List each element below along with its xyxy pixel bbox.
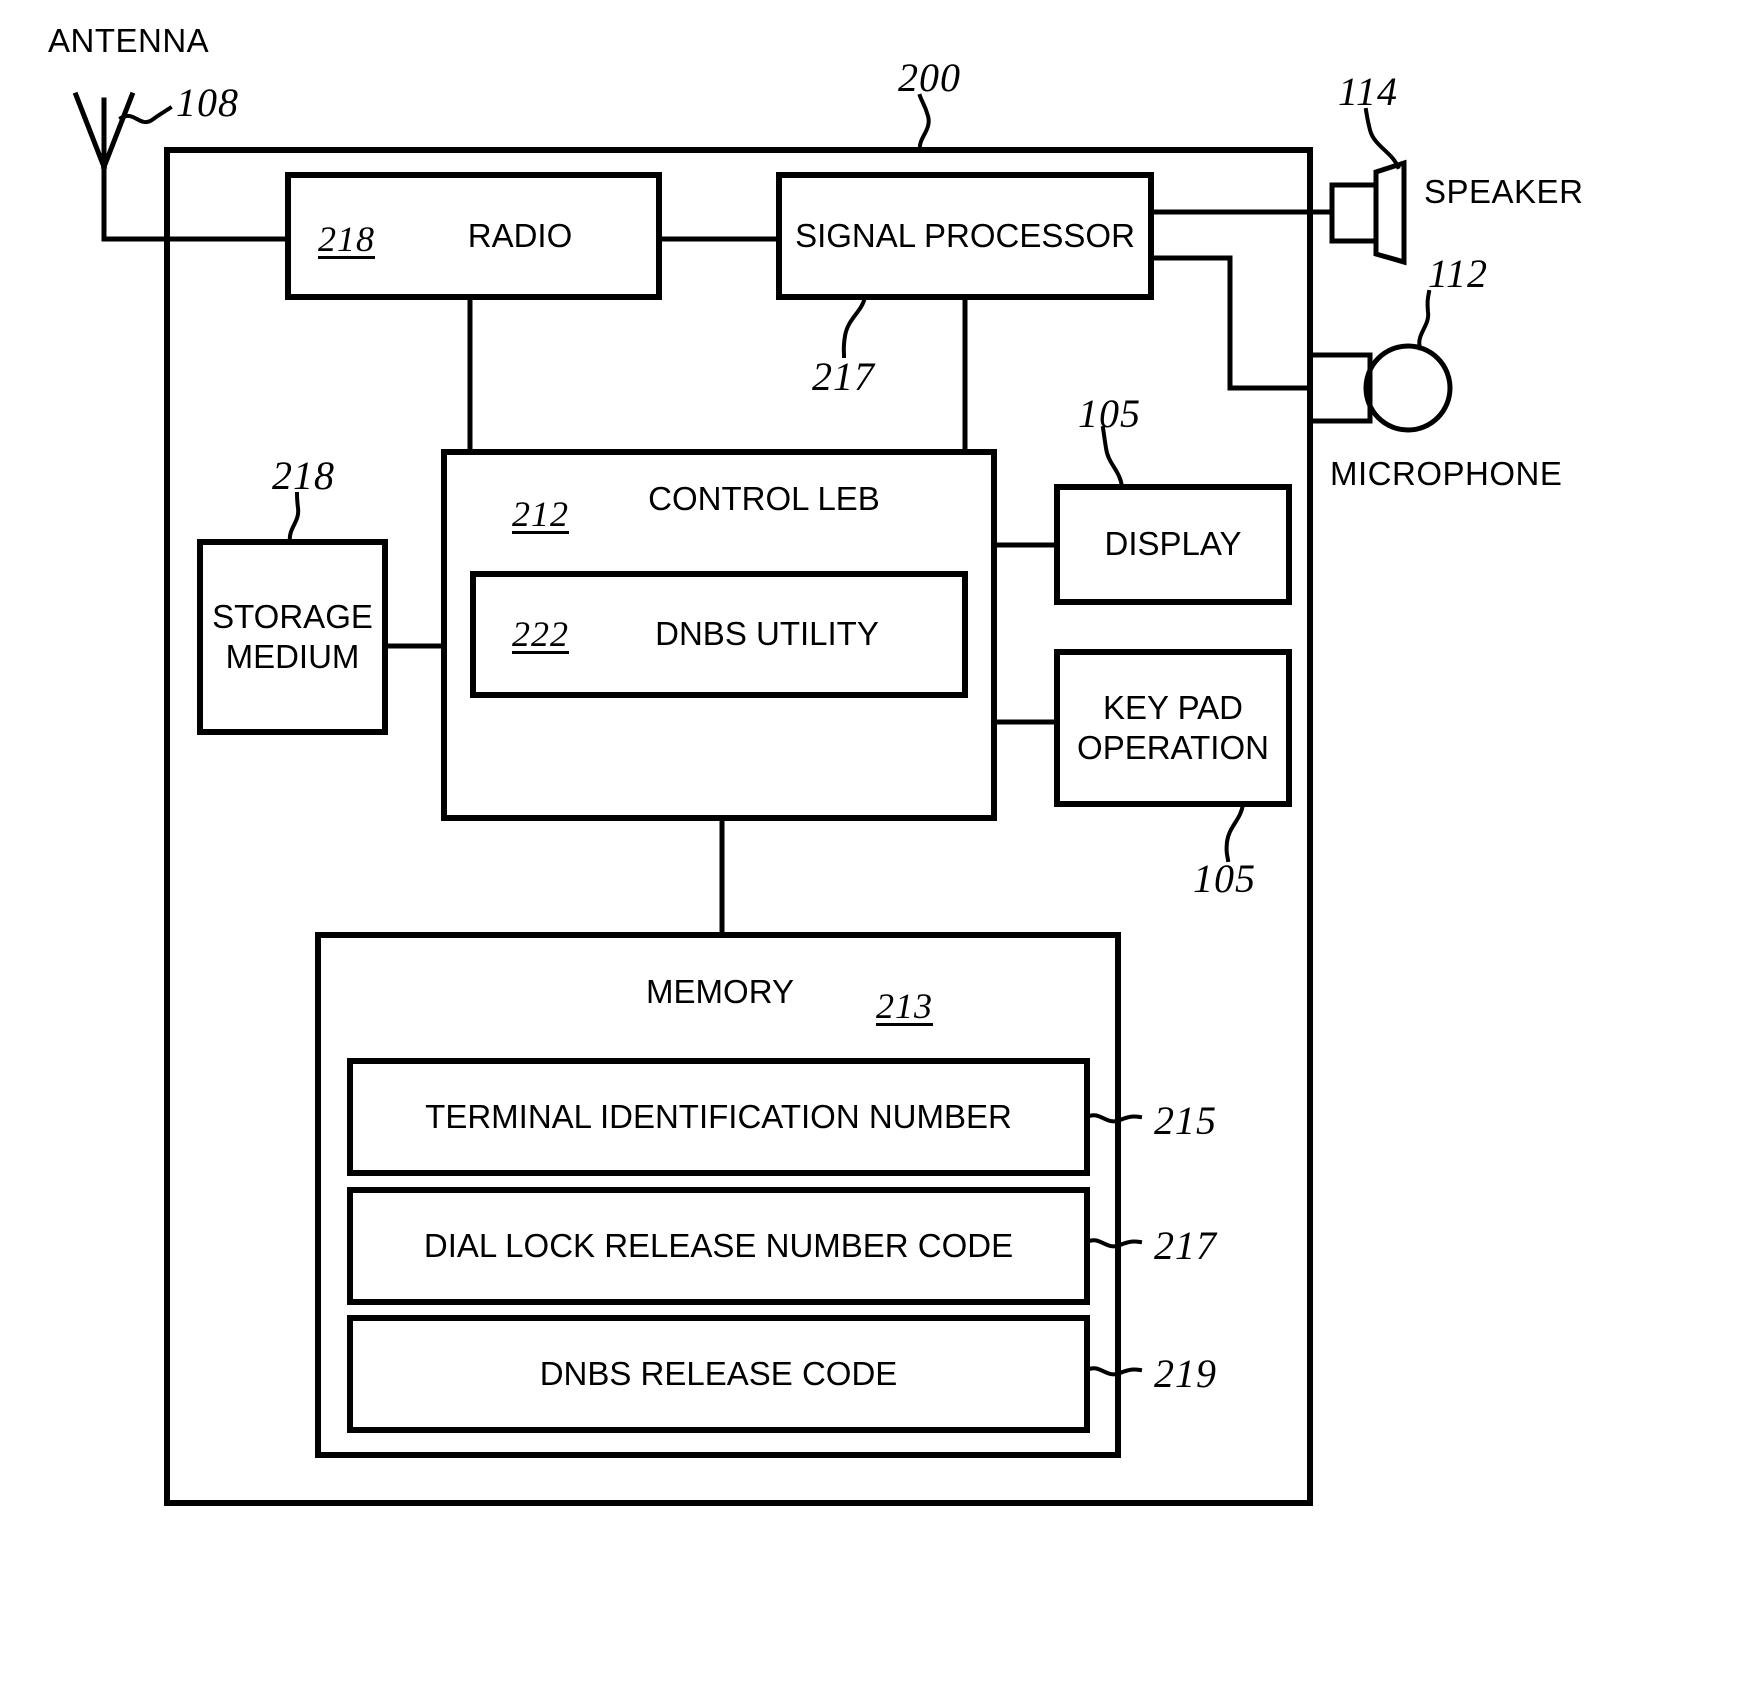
ref-222: 222 <box>512 614 569 654</box>
leader-112 <box>1417 289 1432 351</box>
ref-200: 200 <box>898 55 961 100</box>
microphone-capsule <box>1363 343 1453 433</box>
ref-108: 108 <box>176 80 239 125</box>
ref-112: 112 <box>1428 251 1489 296</box>
speaker-body <box>1329 182 1379 244</box>
key-pad-block-label: KEY PAD OPERATION <box>1057 652 1289 804</box>
ref-218-radio: 218 <box>318 219 375 259</box>
memory-block-label: MEMORY <box>646 972 794 1010</box>
dnbs-utility-block-label: DNBS UTILITY <box>655 615 879 653</box>
ref-217-signalprocessor: 217 <box>812 354 875 399</box>
leader-217-memory <box>1084 1238 1143 1249</box>
speaker-cone <box>1373 159 1407 266</box>
ref-219: 219 <box>1154 1351 1217 1396</box>
antenna-arm-left <box>72 91 108 171</box>
ref-215: 215 <box>1154 1098 1217 1143</box>
storage-medium-block-label: STORAGE MEDIUM <box>200 542 385 732</box>
microphone-label: MICROPHONE <box>1330 455 1563 492</box>
display-block-label: DISPLAY <box>1104 525 1242 563</box>
link-signalprocessor-microphone <box>1148 255 1313 391</box>
antenna-arm-right <box>100 91 136 171</box>
leader-114 <box>1363 107 1401 170</box>
ref-213: 213 <box>876 986 933 1026</box>
ref-218-storage: 218 <box>272 453 335 498</box>
key-pad-label-line1: KEY PAD <box>1102 689 1243 727</box>
memory-item-label-2: DNBS RELEASE CODE <box>539 1354 898 1392</box>
storage-medium-label-line2: MEDIUM <box>225 638 360 675</box>
speaker-label: SPEAKER <box>1424 173 1584 210</box>
memory-item-label-1: DIAL LOCK RELEASE NUMBER CODE <box>423 1226 1014 1264</box>
leader-200 <box>917 93 931 153</box>
leader-217 <box>841 294 868 359</box>
storage-medium-label-line1: STORAGE <box>212 598 373 636</box>
patent-figure: ANTENNA 108 200 218 RADIO SIGNAL PROCESS… <box>0 0 1738 1702</box>
antenna-label: ANTENNA <box>48 22 210 59</box>
leader-218-storage <box>287 491 301 545</box>
radio-block-label: RADIO <box>467 216 573 254</box>
ref-105-keypad: 105 <box>1193 856 1256 901</box>
ref-217-memory: 217 <box>1154 1223 1217 1268</box>
microphone-body <box>1307 352 1373 424</box>
ref-105-display: 105 <box>1078 391 1141 436</box>
leader-219 <box>1084 1366 1143 1377</box>
signal-processor-block-label: SIGNAL PROCESSOR <box>795 216 1135 254</box>
ref-114: 114 <box>1338 69 1399 114</box>
key-pad-label-line2: OPERATION <box>1077 729 1269 766</box>
control-leb-block-label: CONTROL LEB <box>648 479 880 517</box>
memory-item-label-0: TERMINAL IDENTIFICATION NUMBER <box>425 1097 1012 1135</box>
ref-212: 212 <box>512 494 569 534</box>
leader-105-keypad <box>1224 801 1246 863</box>
leader-215 <box>1084 1113 1143 1124</box>
